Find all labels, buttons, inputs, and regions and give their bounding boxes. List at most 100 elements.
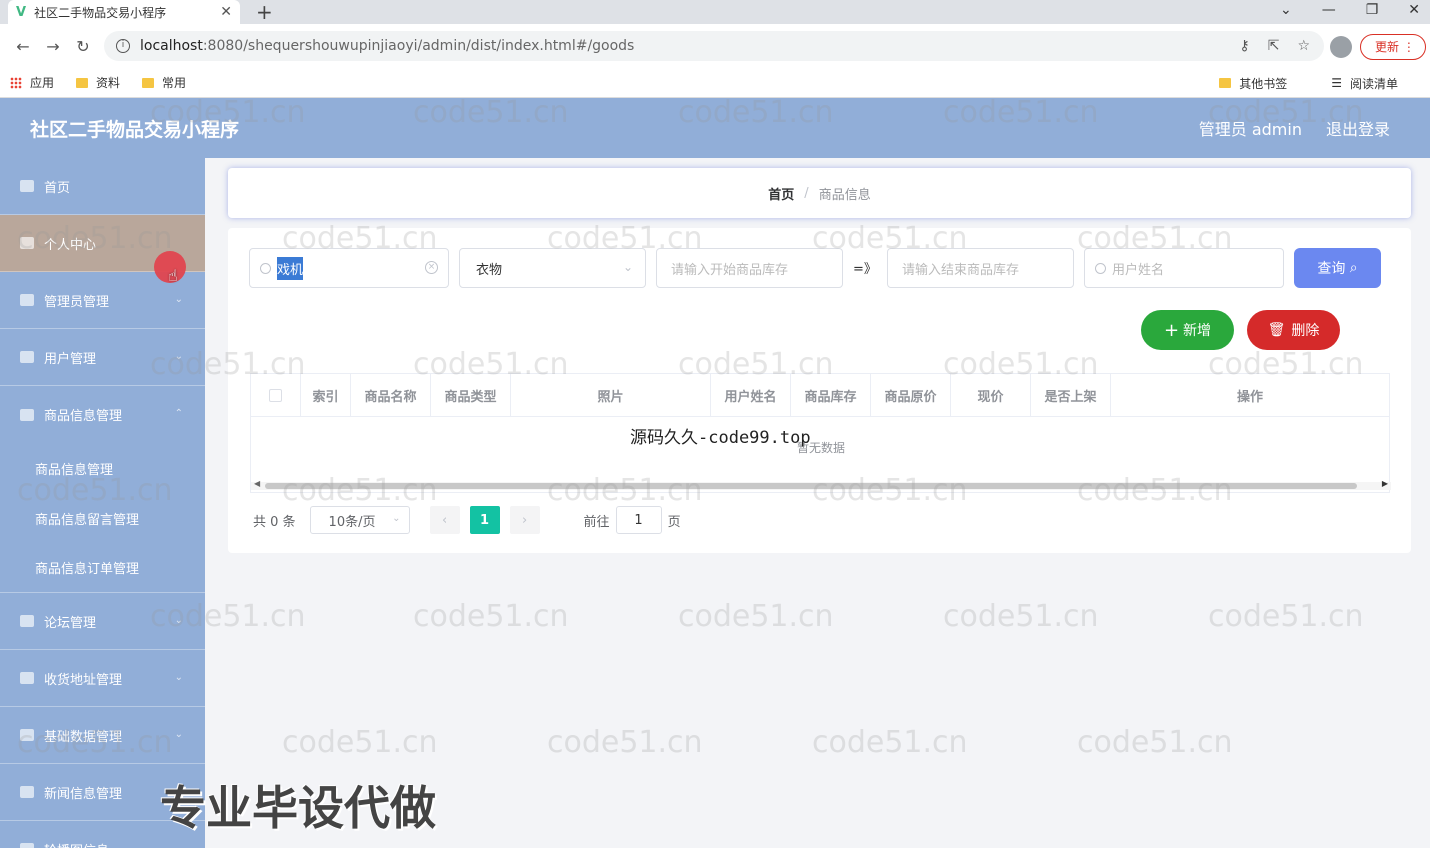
prev-page-button[interactable]: ‹ [429,506,460,534]
stock-start-input[interactable]: 请输入开始商品库存 [656,248,843,288]
profile-avatar[interactable] [1330,36,1352,58]
flag-icon [20,729,34,741]
stock-end-input[interactable]: 请输入结束商品库存 [887,248,1074,288]
sidebar-item-label: 商品信息管理 [44,409,123,424]
briefcase-icon [20,294,34,306]
scrollbar-thumb[interactable] [265,483,1357,489]
search-icon [1095,262,1106,274]
goods-name-input[interactable]: 戏机 × [249,248,449,288]
forward-icon[interactable]: → [38,37,68,56]
browser-tab[interactable]: V 社区二手物品交易小程序 ✕ [8,0,240,24]
sidebar-item-basedata[interactable]: 基础数据管理 ⌄ [0,707,205,764]
folder-icon [142,77,155,88]
reading-list-icon: ☰ [1331,76,1342,90]
overlay-ad-text: 专业毕设代做 [160,781,436,835]
sidebar-item-address[interactable]: 收货地址管理 ⌄ [0,650,205,707]
folder-icon [1219,78,1232,88]
chevron-up-icon: ⌃ [174,408,183,419]
chevron-down-icon: ⌄ [174,729,183,740]
bookmarks-bar: 应用 资料 常用 其他书签 ☰ 阅读清单 [0,68,1430,98]
sidebar-subitem-goods-orders[interactable]: 商品信息订单管理 [0,543,205,593]
search-icon: ⌕ [1349,260,1358,276]
query-button[interactable]: 查询 ⌕ [1294,248,1381,288]
breadcrumb: 首页 / 商品信息 [228,168,1411,218]
username-input[interactable]: 用户姓名 [1084,248,1284,288]
user-icon [20,237,34,249]
sidebar-subitem-goods-comments[interactable]: 商品信息留言管理 [0,493,205,543]
page-size-select[interactable]: 10条/页 ⌄ [309,506,410,534]
range-separator: =》 [853,262,877,277]
goods-table: 索引 商品名称 商品类型 照片 用户姓名 商品库存 商品原价 现价 是否上架 操… [250,373,1391,493]
horizontal-scrollbar[interactable]: ◀ ▶ [251,479,1391,490]
bookmark-folder[interactable]: 资料 [76,74,120,91]
next-page-button[interactable]: › [509,506,540,534]
close-window-icon[interactable]: ✕ [1408,0,1420,20]
bookmark-other[interactable]: 其他书签 [1219,75,1287,92]
select-all-checkbox[interactable] [269,388,282,402]
close-icon[interactable]: ✕ [220,4,232,20]
reading-list[interactable]: ☰ 阅读清单 [1331,75,1398,92]
column-header[interactable]: 照片 [511,374,711,416]
sidebar-subitem-goods[interactable]: 商品信息管理 [0,443,205,493]
list-icon [20,615,34,627]
chevron-down-icon[interactable]: ⌄ [1280,0,1292,20]
restore-icon[interactable]: ❐ [1366,0,1379,20]
app-header: 社区二手物品交易小程序 管理员 admin 退出登录 [0,98,1430,158]
key-icon[interactable]: ⚷ [1239,38,1249,54]
update-button[interactable]: 更新 ⋮ [1360,34,1426,60]
column-header[interactable]: 现价 [951,374,1031,416]
share-icon[interactable]: ⇱ [1268,38,1280,54]
logout-link[interactable]: 退出登录 [1326,116,1390,140]
sidebar-item-home[interactable]: 首页 [0,158,205,215]
sidebar-item-label: 论坛管理 [44,615,97,631]
bookmark-apps[interactable]: 应用 [10,74,54,91]
users-icon [20,351,34,363]
star-icon[interactable]: ☆ [1297,38,1310,54]
breadcrumb-home[interactable]: 首页 [768,184,794,203]
stock-end-placeholder: 请输入结束商品库存 [902,262,1020,278]
jump-label: 前往 [583,514,610,530]
stock-start-placeholder: 请输入开始商品库存 [671,262,789,278]
empty-state: 暂无数据 [796,441,845,455]
column-header[interactable]: 商品库存 [791,374,871,416]
clear-icon[interactable]: × [425,261,438,274]
column-header[interactable]: 索引 [301,374,351,416]
user-icon [20,408,34,421]
column-header[interactable]: 是否上架 [1031,374,1111,416]
username-placeholder: 用户姓名 [1112,262,1165,278]
sidebar-item-forum[interactable]: 论坛管理 ⌄ [0,593,205,650]
sidebar-item-label: 新闻信息管理 [44,786,123,802]
scroll-left-icon[interactable]: ◀ [254,479,260,488]
sidebar-item-goods[interactable]: 商品信息管理 ⌃ [0,386,205,443]
column-header[interactable]: 用户姓名 [711,374,791,416]
page-number-current[interactable]: 1 [469,506,500,534]
update-label: 更新 [1375,40,1400,54]
window-controls: ⌄ — ❐ ✕ [1280,0,1420,20]
grid-icon [20,672,34,684]
apps-grid-icon [10,76,22,89]
back-icon[interactable]: ← [8,37,38,56]
bookmark-folder[interactable]: 常用 [142,74,186,91]
chevron-down-icon: ⌄ [174,351,183,362]
delete-label: 删除 [1291,323,1320,339]
delete-button[interactable]: 🗑 删除 [1247,310,1340,350]
url-input[interactable]: i localhost:8080/shequershouwupinjiaoyi/… [104,31,1324,61]
minimize-icon[interactable]: — [1322,0,1336,20]
bookmark-label: 资料 [96,76,121,90]
column-header[interactable]: 操作 [1111,374,1389,416]
sidebar-item-users[interactable]: 用户管理 ⌄ [0,329,205,386]
reload-icon[interactable]: ↻ [68,37,98,56]
column-header[interactable]: 商品名称 [351,374,431,416]
current-user: 管理员 admin [1198,120,1302,139]
add-button[interactable]: + 新增 [1141,310,1234,350]
scroll-right-icon[interactable]: ▶ [1382,479,1388,488]
sidebar-item-label: 用户管理 [44,351,97,367]
goods-type-select[interactable]: 衣物 ⌄ [459,248,646,288]
column-header[interactable]: 商品类型 [431,374,511,416]
jump-page-input[interactable]: 1 [615,506,662,534]
new-tab-icon[interactable]: + [256,0,273,24]
column-header[interactable]: 商品原价 [871,374,951,416]
tab-title: 社区二手物品交易小程序 [34,5,167,20]
page-unit-label: 页 [667,514,681,530]
info-icon[interactable]: i [116,39,130,53]
